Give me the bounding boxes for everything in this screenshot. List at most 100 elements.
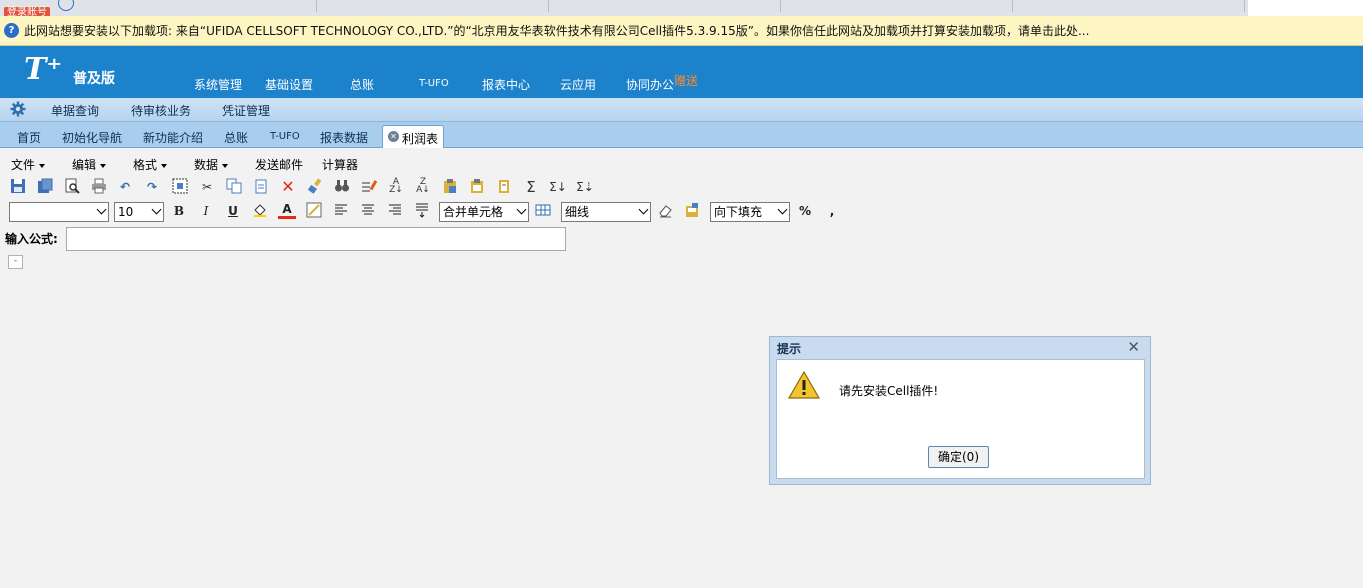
menu-file[interactable]: 文件	[11, 156, 46, 173]
close-icon[interactable]: ✕	[1127, 338, 1140, 356]
delete-icon[interactable]: ✕	[279, 178, 297, 196]
tplus-logo: T⁺	[24, 52, 63, 87]
nav-system-management[interactable]: 系统管理	[194, 76, 242, 93]
chevron-down-icon	[777, 204, 788, 215]
login-account-badge[interactable]: 登录账号	[4, 7, 50, 16]
find-icon[interactable]	[333, 178, 351, 196]
select-all-icon[interactable]	[171, 178, 189, 196]
align-right-icon[interactable]	[386, 202, 404, 220]
save-as-icon[interactable]	[36, 178, 54, 196]
browser-tab-icon[interactable]	[58, 0, 74, 11]
tab-general-ledger[interactable]: 总账	[224, 129, 248, 146]
warning-icon	[788, 371, 820, 399]
wrap-text-icon[interactable]	[413, 202, 431, 220]
border-grid-icon[interactable]	[534, 202, 552, 220]
caret-down-icon	[222, 163, 229, 168]
print-icon[interactable]	[90, 178, 108, 196]
paste-special-icon[interactable]	[441, 178, 459, 196]
cell-properties-icon[interactable]	[683, 202, 701, 220]
nav-report-center[interactable]: 报表中心	[482, 76, 530, 93]
font-color-icon[interactable]: A	[278, 202, 296, 219]
menu-label: 数据	[194, 158, 219, 172]
align-left-icon[interactable]	[332, 202, 350, 220]
tab-income-statement[interactable]: ✕ 利润表	[382, 125, 444, 148]
edition-label: 普及版	[73, 71, 115, 87]
tab-separator	[316, 0, 317, 12]
percent-format-button[interactable]: %	[796, 202, 814, 220]
column-sum-icon[interactable]: Σ⇣	[576, 178, 594, 196]
tab-home[interactable]: 首页	[17, 129, 41, 146]
active-browser-tab[interactable]	[1248, 0, 1363, 16]
menu-label: 文件	[11, 158, 36, 172]
eraser-icon[interactable]	[656, 202, 674, 220]
fill-down-select[interactable]: 向下填充	[710, 202, 790, 222]
replace-icon[interactable]	[360, 178, 378, 196]
tab-init-guide[interactable]: 初始化导航	[62, 129, 122, 146]
menu-data[interactable]: 数据	[194, 156, 229, 173]
submenu-pending-review[interactable]: 待审核业务	[131, 102, 191, 119]
nav-general-ledger[interactable]: 总账	[350, 76, 374, 93]
collapse-cell-button[interactable]: -	[8, 255, 23, 269]
thousands-separator-button[interactable]: ,	[823, 202, 841, 220]
tab-report-data[interactable]: 报表数据	[320, 129, 368, 146]
font-size-select[interactable]: 10	[114, 202, 164, 222]
fill-down-value: 向下填充	[714, 205, 763, 219]
menu-send-email[interactable]: 发送邮件	[255, 156, 303, 173]
background-icon[interactable]	[305, 202, 323, 220]
infobar-message[interactable]: 此网站想要安装以下加载项: 来自“UFIDA CELLSOFT TECHNOLO…	[24, 22, 1089, 39]
formula-label: 输入公式:	[5, 232, 58, 246]
paste-icon[interactable]	[252, 178, 270, 196]
submenu-voucher-management[interactable]: 凭证管理	[222, 102, 270, 119]
gear-icon[interactable]	[10, 101, 26, 117]
align-center-icon[interactable]	[359, 202, 377, 220]
sum-icon[interactable]: Σ	[522, 178, 540, 196]
nav-collaboration[interactable]: 协同办公	[626, 76, 674, 93]
underline-icon[interactable]: U	[224, 202, 242, 220]
chevron-down-icon	[516, 204, 527, 215]
nav-basic-settings[interactable]: 基础设置	[265, 76, 313, 93]
format-brush-icon[interactable]	[306, 178, 324, 196]
menu-format[interactable]: 格式	[133, 156, 168, 173]
border-style-select[interactable]: 细线	[561, 202, 651, 222]
tab-separator	[1012, 0, 1013, 12]
menu-edit[interactable]: 编辑	[72, 156, 107, 173]
font-family-select[interactable]	[9, 202, 109, 222]
caret-down-icon	[161, 163, 168, 168]
app-header: T⁺ 普及版 系统管理 基础设置 总账 T-UFO 报表中心 云应用 协同办公 …	[0, 46, 1363, 98]
tab-separator	[1244, 0, 1245, 12]
bold-icon[interactable]: B	[170, 202, 188, 220]
alert-dialog: 提示 ✕ 请先安装Cell插件! 确定(0)	[769, 336, 1151, 485]
browser-tab-strip: 登录账号	[0, 0, 1363, 16]
sort-ascending-icon[interactable]: A Z↓	[387, 178, 405, 196]
tab-t-ufo[interactable]: T-UFO	[270, 131, 300, 142]
nav-t-ufo[interactable]: T-UFO	[419, 78, 449, 89]
close-icon[interactable]: ✕	[388, 131, 399, 142]
sort-descending-icon[interactable]: Z A↓	[414, 178, 432, 196]
merge-cells-select[interactable]: 合并单元格	[439, 202, 529, 222]
row-sum-icon[interactable]: Σ↓	[549, 178, 567, 196]
menu-calculator[interactable]: 计算器	[322, 156, 358, 173]
caret-down-icon	[100, 163, 107, 168]
dialog-body: 请先安装Cell插件! 确定(0)	[776, 359, 1145, 479]
cut-icon[interactable]: ✂	[198, 178, 216, 196]
print-preview-icon[interactable]	[63, 178, 81, 196]
formula-input[interactable]	[66, 227, 566, 251]
chevron-down-icon	[151, 204, 162, 215]
ok-button[interactable]: 确定(0)	[928, 446, 989, 468]
tab-separator	[780, 0, 781, 12]
undo-icon[interactable]: ↶	[116, 178, 134, 196]
tab-new-features[interactable]: 新功能介绍	[143, 129, 203, 146]
copy-icon[interactable]	[225, 178, 243, 196]
addon-info-bar[interactable]: ? 此网站想要安装以下加载项: 来自“UFIDA CELLSOFT TECHNO…	[0, 16, 1363, 46]
fill-color-icon[interactable]	[251, 202, 269, 220]
gift-badge[interactable]: 赠送	[674, 72, 698, 89]
caret-down-icon	[39, 163, 46, 168]
save-icon[interactable]	[9, 178, 27, 196]
submenu-document-query[interactable]: 单据查询	[51, 102, 99, 119]
paste-formula-icon[interactable]	[495, 178, 513, 196]
italic-icon[interactable]: I	[197, 202, 215, 220]
nav-cloud-apps[interactable]: 云应用	[560, 76, 596, 93]
menu-bar: 文件 编辑 格式 数据 发送邮件 计算器	[0, 152, 1363, 174]
paste-values-icon[interactable]	[468, 178, 486, 196]
redo-icon[interactable]: ↷	[143, 178, 161, 196]
